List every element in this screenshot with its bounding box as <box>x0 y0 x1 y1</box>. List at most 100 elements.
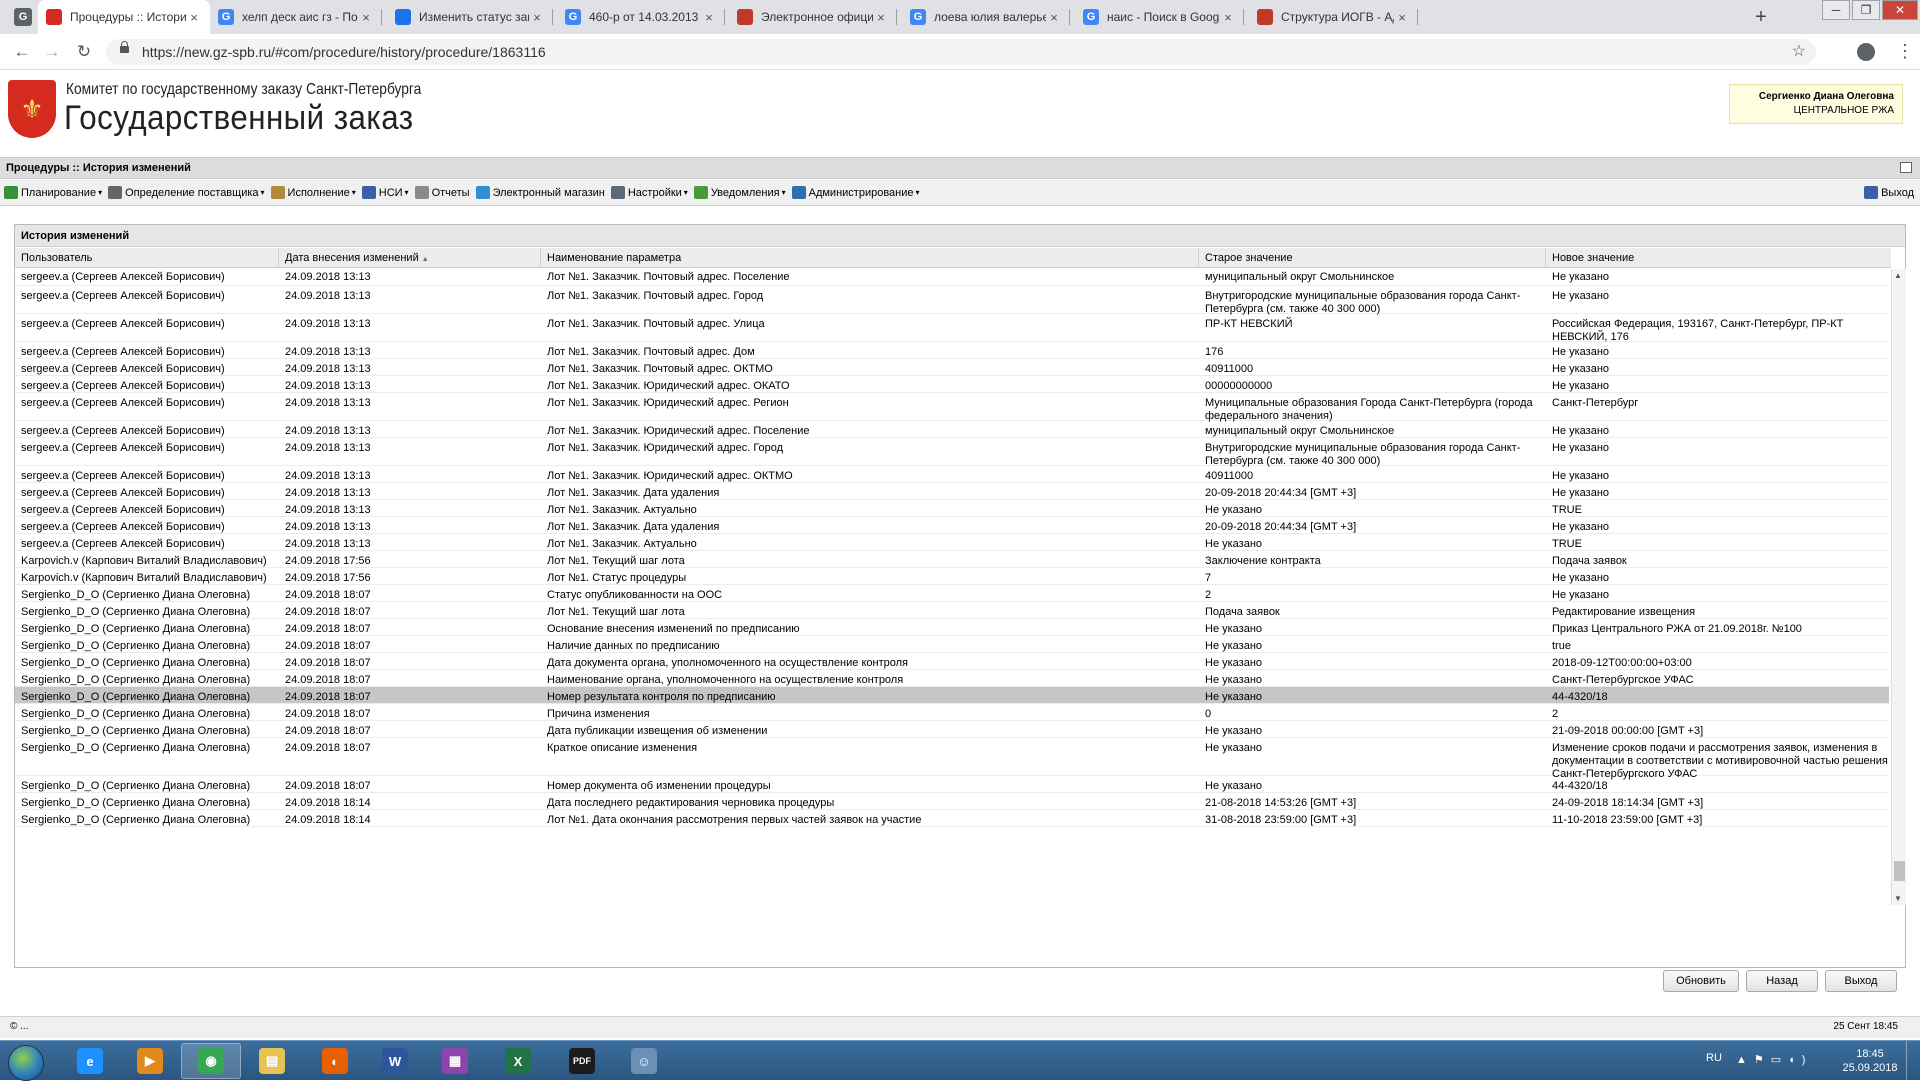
taskbar-app-button[interactable]: e <box>60 1043 120 1079</box>
table-row[interactable]: sergeev.a (Сергеев Алексей Борисович) 24.… <box>15 342 1889 359</box>
back-arrow-icon[interactable]: ← <box>10 41 34 63</box>
taskbar-app-button[interactable]: ◉ <box>181 1043 241 1079</box>
menu-item[interactable]: Планирование ▾ <box>4 186 102 199</box>
menu-item[interactable]: Администрирование ▾ <box>791 186 920 199</box>
menu-item[interactable]: Уведомления ▾ <box>693 186 786 199</box>
refresh-button[interactable]: Обновить <box>1663 970 1739 992</box>
table-row[interactable]: sergeev.a (Сергеев Алексей Борисович) 24.… <box>15 269 1889 286</box>
browser-tab[interactable]: Gхелп деск аис гз - Поиск в× <box>210 0 382 34</box>
table-row[interactable]: Sergienko_D_O (Сергиенко Диана Олеговна)… <box>15 704 1889 721</box>
table-row[interactable]: sergeev.a (Сергеев Алексей Борисович) 24.… <box>15 466 1889 483</box>
table-row[interactable]: sergeev.a (Сергеев Алексей Борисович) 24.… <box>15 286 1889 315</box>
exit-button[interactable]: Выход <box>1825 970 1897 992</box>
table-row[interactable]: Sergienko_D_O (Сергиенко Диана Олеговна)… <box>15 738 1889 780</box>
menu-item[interactable]: Электронный магазин <box>475 186 605 199</box>
table-row[interactable]: Sergienko_D_O (Сергиенко Диана Олеговна)… <box>15 585 1889 602</box>
table-row[interactable]: sergeev.a (Сергеев Алексей Борисович) 24.… <box>15 483 1889 500</box>
table-row[interactable]: sergeev.a (Сергеев Алексей Борисович) 24.… <box>15 534 1889 551</box>
scrollbar-thumb[interactable] <box>1894 861 1905 881</box>
table-row[interactable]: Sergienko_D_O (Сергиенко Диана Олеговна)… <box>15 636 1889 653</box>
taskbar-app-button[interactable]: X <box>488 1043 548 1079</box>
table-row[interactable]: Sergienko_D_O (Сергиенко Диана Олеговна)… <box>15 721 1889 738</box>
menu-item-label: Исполнение <box>287 186 350 199</box>
logout-menu-item[interactable]: Выход <box>1864 186 1914 199</box>
browser-tab[interactable]: G 460-р от 14.03.2013 распор× <box>557 0 725 34</box>
table-row[interactable]: Karpovich.v (Карпович Виталий Владиславо… <box>15 568 1889 585</box>
show-desktop-button[interactable] <box>1906 1041 1920 1081</box>
taskbar-app-button[interactable]: ▤ <box>242 1043 302 1079</box>
browser-tab[interactable]: Изменить статус закупки |× <box>387 0 553 34</box>
taskbar-app-button[interactable]: ▶ <box>120 1043 180 1079</box>
account-avatar-icon[interactable] <box>1857 43 1875 61</box>
taskbar-app-button[interactable]: ☺ <box>614 1043 674 1079</box>
table-row[interactable]: sergeev.a (Сергеев Алексей Борисович) 24.… <box>15 393 1889 422</box>
language-indicator[interactable]: RU <box>1706 1052 1722 1064</box>
close-tab-icon[interactable]: × <box>701 10 717 25</box>
forward-arrow-icon[interactable]: → <box>40 41 64 63</box>
close-tab-icon[interactable]: × <box>529 10 545 25</box>
table-row[interactable]: Sergienko_D_O (Сергиенко Диана Олеговна)… <box>15 602 1889 619</box>
table-row[interactable]: Karpovich.v (Карпович Виталий Владиславо… <box>15 551 1889 568</box>
close-tab-icon[interactable]: × <box>1394 10 1410 25</box>
menu-item[interactable]: НСИ ▾ <box>361 186 409 199</box>
user-info[interactable]: Сергиенко Диана Олеговна ЦЕНТРАЛЬНОЕ РЖА <box>1729 84 1903 124</box>
collapse-icon[interactable] <box>1900 162 1912 173</box>
table-row[interactable]: Sergienko_D_O (Сергиенко Диана Олеговна)… <box>15 793 1889 810</box>
scroll-up-arrow-icon[interactable]: ▲ <box>1894 271 1902 280</box>
browser-tab[interactable]: Электронное официально× <box>729 0 897 34</box>
bookmark-star-icon[interactable]: ☆ <box>1792 39 1806 65</box>
new-tab-button[interactable]: + <box>1748 4 1774 30</box>
cell-parameter: Наличие данных по предписанию <box>547 640 720 652</box>
browser-tab[interactable]: Gнаис - Поиск в Google × <box>1075 0 1244 34</box>
column-header-new-value[interactable]: Новое значение <box>1546 248 1891 268</box>
start-button[interactable] <box>8 1045 44 1081</box>
reload-icon[interactable]: ↻ <box>72 41 96 63</box>
column-header-old-value[interactable]: Старое значение <box>1199 248 1546 268</box>
restore-button[interactable]: ❐ <box>1852 0 1880 20</box>
scroll-down-arrow-icon[interactable]: ▼ <box>1894 894 1902 903</box>
cell-old-value: Заключение контракта <box>1205 555 1321 567</box>
taskbar-app-button[interactable]: ◐ <box>305 1043 365 1079</box>
table-row[interactable]: sergeev.a (Сергеев Алексей Борисович) 24.… <box>15 500 1889 517</box>
column-header-user[interactable]: Пользователь <box>15 248 279 268</box>
table-row[interactable]: Sergienko_D_O (Сергиенко Диана Олеговна)… <box>15 619 1889 636</box>
table-row[interactable]: Sergienko_D_O (Сергиенко Диана Олеговна)… <box>15 687 1889 704</box>
table-row[interactable]: sergeev.a (Сергеев Алексей Борисович) 24.… <box>15 314 1889 343</box>
table-row[interactable]: sergeev.a (Сергеев Алексей Борисович) 24.… <box>15 421 1889 438</box>
table-row[interactable]: sergeev.a (Сергеев Алексей Борисович) 24.… <box>15 359 1889 376</box>
browser-menu-icon[interactable]: ⋮ <box>1896 40 1914 62</box>
close-tab-icon[interactable]: × <box>873 10 889 25</box>
menu-item[interactable]: Определение поставщика ▾ <box>108 186 265 199</box>
table-row[interactable]: Sergienko_D_O (Сергиенко Диана Олеговна)… <box>15 810 1889 827</box>
minimize-button[interactable]: ─ <box>1822 0 1850 20</box>
browser-tab[interactable]: Структура ИОГВ - Админи× <box>1249 0 1418 34</box>
taskbar-app-button[interactable]: PDF <box>552 1043 612 1079</box>
taskbar-app-button[interactable]: ▦ <box>425 1043 485 1079</box>
table-row[interactable]: sergeev.a (Сергеев Алексей Борисович) 24.… <box>15 438 1889 467</box>
close-tab-icon[interactable]: × <box>186 10 202 25</box>
taskbar-clock[interactable]: 18:45 25.09.2018 <box>1840 1047 1900 1075</box>
tab-separator <box>1243 9 1244 25</box>
close-window-button[interactable]: ✕ <box>1882 0 1918 20</box>
app-launcher-icon[interactable]: G <box>14 8 32 26</box>
close-tab-icon[interactable]: × <box>1220 10 1236 25</box>
table-row[interactable]: Sergienko_D_O (Сергиенко Диана Олеговна)… <box>15 653 1889 670</box>
close-tab-icon[interactable]: × <box>358 10 374 25</box>
address-bar[interactable]: https://new.gz-spb.ru/#com/procedure/his… <box>106 39 1816 65</box>
close-tab-icon[interactable]: × <box>1046 10 1062 25</box>
table-scrollbar[interactable]: ▲ ▼ <box>1891 269 1906 905</box>
table-row[interactable]: sergeev.a (Сергеев Алексей Борисович) 24.… <box>15 376 1889 393</box>
system-tray-icons[interactable]: ▲⚑▭◖) <box>1736 1053 1812 1066</box>
table-row[interactable]: Sergienko_D_O (Сергиенко Диана Олеговна)… <box>15 776 1889 793</box>
column-header-parameter[interactable]: Наименование параметра <box>541 248 1199 268</box>
column-header-date[interactable]: Дата внесения изменений ▲ <box>279 248 541 268</box>
back-button[interactable]: Назад <box>1746 970 1818 992</box>
taskbar-app-button[interactable]: W <box>365 1043 425 1079</box>
table-row[interactable]: Sergienko_D_O (Сергиенко Диана Олеговна)… <box>15 670 1889 687</box>
menu-item[interactable]: Настройки ▾ <box>610 186 688 199</box>
table-row[interactable]: sergeev.a (Сергеев Алексей Борисович) 24.… <box>15 517 1889 534</box>
browser-tab[interactable]: Gлоева юлия валерьевна - |× <box>902 0 1070 34</box>
browser-tab[interactable]: Процедуры :: История изм× <box>38 0 210 34</box>
menu-item[interactable]: Отчеты <box>414 186 470 199</box>
menu-item[interactable]: Исполнение ▾ <box>270 186 356 199</box>
